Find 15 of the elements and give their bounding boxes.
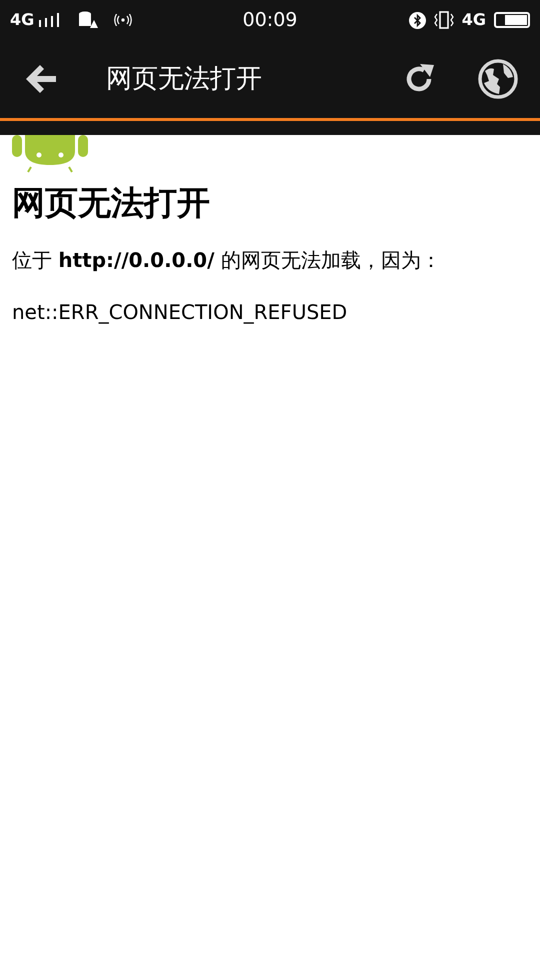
robot-icon xyxy=(12,135,88,173)
battery-icon xyxy=(494,12,530,28)
error-code: net::ERR_CONNECTION_REFUSED xyxy=(12,298,348,326)
page-heading: 网页无法打开 xyxy=(12,183,211,223)
globe-icon[interactable] xyxy=(478,59,518,99)
vibrate-icon xyxy=(434,11,454,29)
back-button[interactable] xyxy=(24,63,58,95)
clock: 00:09 xyxy=(242,8,298,33)
error-message: 位于 http://0.0.0.0/ 的网页无法加载，因为： xyxy=(12,246,442,274)
network-type: 4G xyxy=(10,9,34,31)
hotspot-icon xyxy=(114,14,132,26)
bluetooth-icon xyxy=(408,12,426,28)
network-type: 4G xyxy=(462,9,486,31)
toolbar-title: 网页无法打开 xyxy=(106,62,262,96)
database-warning-icon xyxy=(78,11,98,29)
